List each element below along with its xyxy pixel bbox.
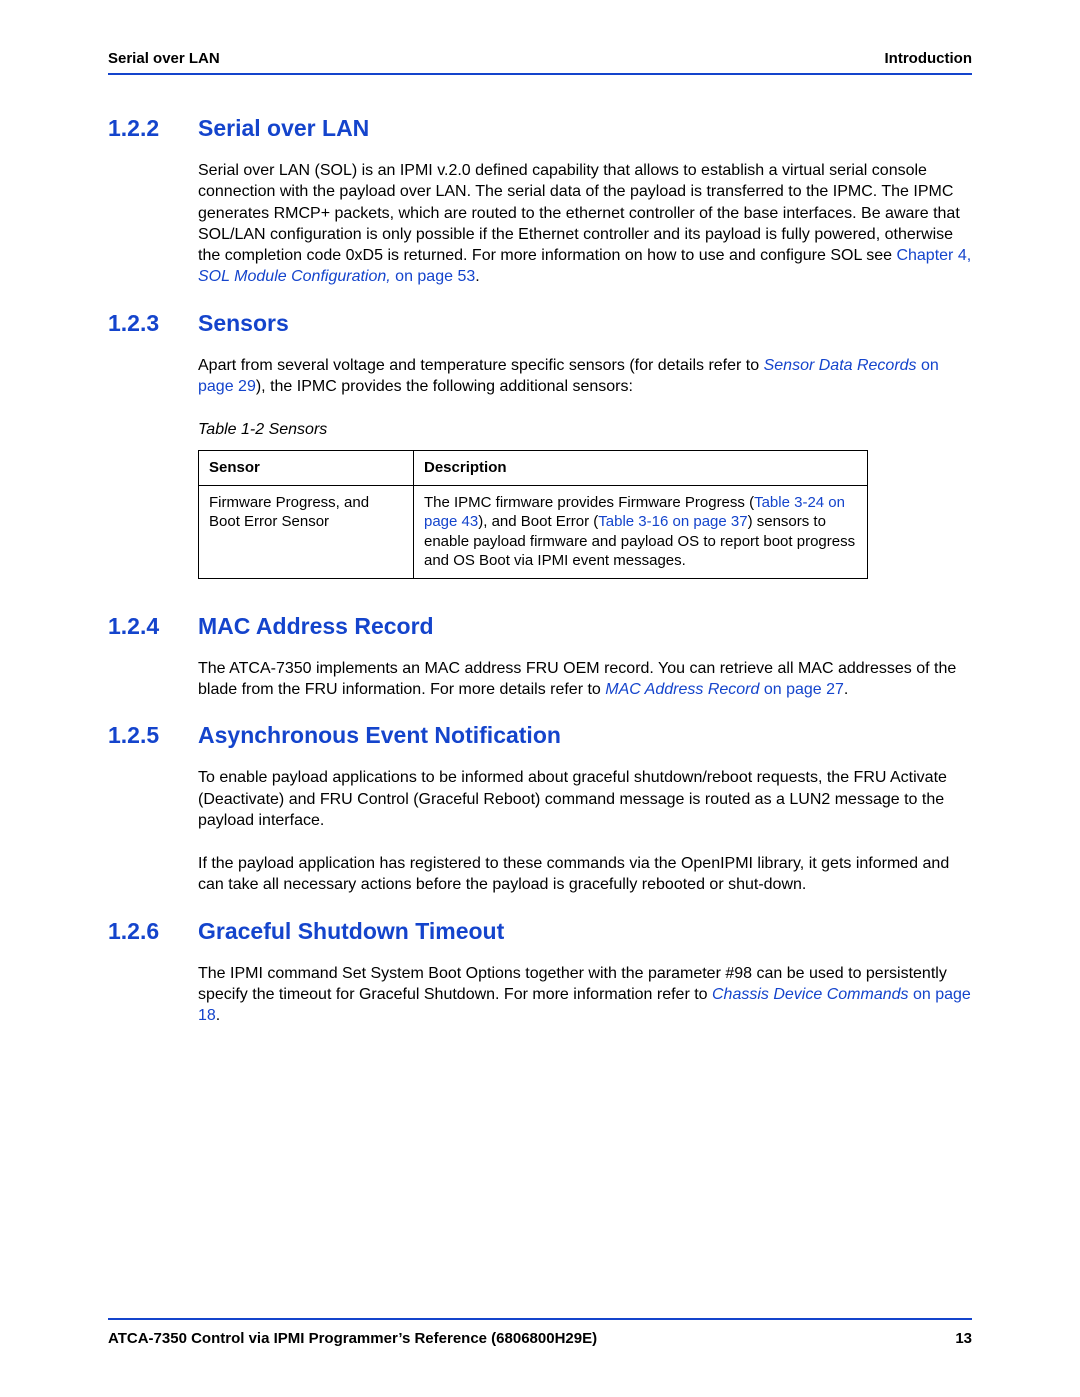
footer-left: ATCA-7350 Control via IPMI Programmer’s … xyxy=(108,1330,597,1347)
section-number: 1.2.6 xyxy=(108,918,198,945)
xref-sensor-data-records[interactable]: Sensor Data Records xyxy=(764,357,917,374)
paragraph: To enable payload applications to be inf… xyxy=(198,767,972,831)
running-footer: ATCA-7350 Control via IPMI Programmer’s … xyxy=(108,1318,972,1347)
text: . xyxy=(475,268,479,285)
table-row: Firmware Progress, and Boot Error Sensor… xyxy=(199,485,868,578)
table-header-row: Sensor Description xyxy=(199,451,868,486)
xref-chassis-device-commands[interactable]: Chassis Device Commands xyxy=(712,986,909,1003)
section-body: Apart from several voltage and temperatu… xyxy=(198,355,972,579)
paragraph: Apart from several voltage and temperatu… xyxy=(198,355,972,398)
section-heading: 1.2.2 Serial over LAN xyxy=(108,115,972,142)
section-title: Serial over LAN xyxy=(198,115,369,142)
table-caption: Table 1-2 Sensors xyxy=(198,419,972,440)
section-body: To enable payload applications to be inf… xyxy=(198,767,972,895)
cell-description: The IPMC firmware provides Firmware Prog… xyxy=(414,485,868,578)
section-1-2-5: 1.2.5 Asynchronous Event Notification To… xyxy=(108,722,972,895)
text: . xyxy=(216,1007,220,1024)
header-rule xyxy=(108,73,972,75)
section-number: 1.2.2 xyxy=(108,115,198,142)
section-number: 1.2.4 xyxy=(108,613,198,640)
xref-page-53[interactable]: on page 53 xyxy=(391,268,476,285)
section-1-2-6: 1.2.6 Graceful Shutdown Timeout The IPMI… xyxy=(108,918,972,1027)
paragraph: The ATCA-7350 implements an MAC address … xyxy=(198,658,972,701)
section-number: 1.2.3 xyxy=(108,310,198,337)
section-heading: 1.2.4 MAC Address Record xyxy=(108,613,972,640)
cell-sensor: Firmware Progress, and Boot Error Sensor xyxy=(199,485,414,578)
footer-rule xyxy=(108,1318,972,1320)
text: Apart from several voltage and temperatu… xyxy=(198,357,764,374)
section-1-2-3: 1.2.3 Sensors Apart from several voltage… xyxy=(108,310,972,579)
section-title: Asynchronous Event Notification xyxy=(198,722,561,749)
paragraph: Serial over LAN (SOL) is an IPMI v.2.0 d… xyxy=(198,160,972,288)
xref-sol-module-config[interactable]: SOL Module Configuration, xyxy=(198,268,391,285)
running-header: Serial over LAN Introduction xyxy=(108,50,972,73)
paragraph: If the payload application has registere… xyxy=(198,853,972,896)
text: The IPMC firmware provides Firmware Prog… xyxy=(424,494,754,511)
section-1-2-2: 1.2.2 Serial over LAN Serial over LAN (S… xyxy=(108,115,972,288)
section-title: MAC Address Record xyxy=(198,613,434,640)
page-number: 13 xyxy=(955,1330,972,1347)
xref-table-3-16[interactable]: Table 3-16 on page 37 xyxy=(598,513,747,530)
section-1-2-4: 1.2.4 MAC Address Record The ATCA-7350 i… xyxy=(108,613,972,701)
section-title: Sensors xyxy=(198,310,289,337)
text: Serial over LAN (SOL) is an IPMI v.2.0 d… xyxy=(198,162,960,264)
text: . xyxy=(844,681,848,698)
text: ), and Boot Error ( xyxy=(478,513,598,530)
col-description: Description xyxy=(414,451,868,486)
section-heading: 1.2.3 Sensors xyxy=(108,310,972,337)
section-body: The ATCA-7350 implements an MAC address … xyxy=(198,658,972,701)
col-sensor: Sensor xyxy=(199,451,414,486)
xref-page-27[interactable]: on page 27 xyxy=(759,681,844,698)
table-sensors: Sensor Description Firmware Progress, an… xyxy=(198,450,868,579)
section-heading: 1.2.6 Graceful Shutdown Timeout xyxy=(108,918,972,945)
section-body: Serial over LAN (SOL) is an IPMI v.2.0 d… xyxy=(198,160,972,288)
text: ), the IPMC provides the following addit… xyxy=(256,378,633,395)
header-left: Serial over LAN xyxy=(108,50,220,67)
xref-mac-address-record[interactable]: MAC Address Record xyxy=(605,681,759,698)
section-body: The IPMI command Set System Boot Options… xyxy=(198,963,972,1027)
section-heading: 1.2.5 Asynchronous Event Notification xyxy=(108,722,972,749)
paragraph: The IPMI command Set System Boot Options… xyxy=(198,963,972,1027)
section-title: Graceful Shutdown Timeout xyxy=(198,918,504,945)
section-number: 1.2.5 xyxy=(108,722,198,749)
header-right: Introduction xyxy=(885,50,972,67)
xref-chapter-4[interactable]: Chapter 4, xyxy=(896,247,971,264)
page: Serial over LAN Introduction 1.2.2 Seria… xyxy=(0,0,1080,1397)
